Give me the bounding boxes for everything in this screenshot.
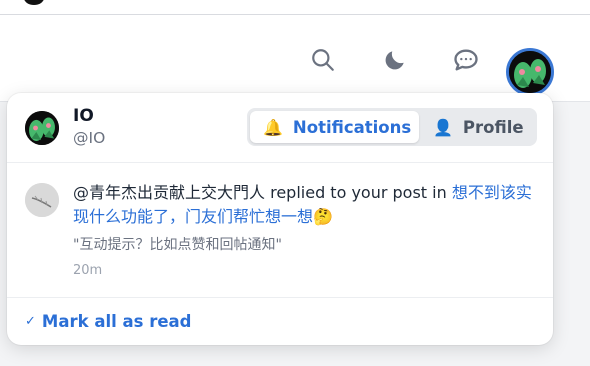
tab-notifications[interactable]: 🔔 Notifications	[250, 111, 419, 143]
notification-text: @青年杰出贡献上交大門人 replied to your post in 想不到…	[73, 181, 539, 229]
mark-all-label: Mark all as read	[41, 312, 192, 331]
top-strip	[0, 0, 590, 15]
moon-icon	[385, 51, 404, 70]
mark-all-read-button[interactable]: ✓ Mark all as read	[25, 312, 191, 331]
bell-icon: 🔔	[263, 117, 283, 137]
notifications-dropdown: IO @IO 🔔 Notifications 👤 Profile @青年杰出贡献…	[7, 93, 553, 345]
notification-action: replied to your post in	[265, 183, 452, 202]
user-handle: @IO	[73, 129, 106, 147]
user-icon: 👤	[433, 117, 453, 137]
messages-button[interactable]	[451, 45, 481, 75]
header-bar	[0, 15, 590, 102]
dropdown-footer: ✓ Mark all as read	[7, 297, 553, 346]
search-icon	[312, 49, 334, 71]
thinking-emoji: 🤔	[313, 207, 333, 226]
search-button[interactable]	[308, 45, 338, 75]
user-avatar-button[interactable]	[506, 48, 554, 96]
avatar-image	[25, 183, 59, 217]
chat-icon	[454, 49, 478, 71]
tab-profile[interactable]: 👤 Profile	[431, 111, 535, 143]
avatar-image	[509, 51, 551, 93]
timestamp: 20m	[73, 263, 103, 278]
tab-label: Profile	[462, 117, 524, 137]
user-name: IO	[73, 106, 94, 126]
avatar	[25, 183, 59, 217]
check-icon: ✓	[25, 314, 36, 329]
avatar-image	[25, 111, 59, 145]
avatar	[25, 111, 59, 145]
theme-toggle-button[interactable]	[380, 45, 410, 75]
reply-excerpt: "互动提示？比如点赞和回帖通知"	[73, 237, 282, 253]
actor-name[interactable]: @青年杰出贡献上交大門人	[73, 183, 265, 202]
dropdown-header: IO @IO 🔔 Notifications 👤 Profile	[7, 93, 553, 163]
tab-label: Notifications	[292, 117, 412, 137]
notification-item[interactable]: @青年杰出贡献上交大門人 replied to your post in 想不到…	[7, 163, 553, 297]
tab-group: 🔔 Notifications 👤 Profile	[247, 108, 537, 146]
partial-icon	[24, 0, 44, 5]
